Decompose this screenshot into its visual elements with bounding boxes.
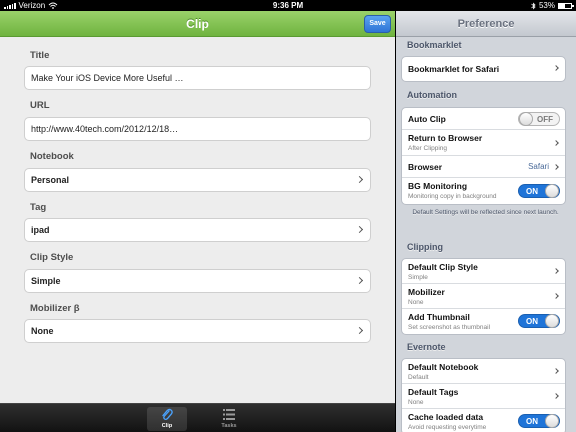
- status-time: 9:36 PM: [272, 1, 304, 10]
- bookmarklet-for-safari-label: Bookmarklet for Safari: [408, 64, 500, 74]
- battery-area: 53%: [531, 1, 574, 10]
- clipping-group: Default Clip Style Simple Mobilizer None…: [401, 258, 566, 335]
- tag-label: Tag: [30, 202, 47, 213]
- cache-loaded-data-row: Cache loaded data Avoid requesting every…: [402, 409, 565, 432]
- add-thumbnail-toggle[interactable]: ON: [518, 314, 560, 328]
- cache-loaded-data-sub: Avoid requesting everytime: [408, 424, 487, 431]
- preference-navbar: Preference: [396, 11, 576, 37]
- tab-tasks-label: Tasks: [221, 423, 237, 429]
- clip-navbar: Clip Save: [0, 11, 395, 37]
- chevron-right-icon: [355, 326, 364, 335]
- default-tags-sub: None: [408, 399, 424, 406]
- mobilizer-row[interactable]: Mobilizer None: [402, 284, 565, 309]
- bg-monitoring-toggle[interactable]: ON: [518, 184, 560, 198]
- tab-tasks[interactable]: Tasks: [209, 407, 249, 431]
- title-label: Title: [30, 50, 50, 61]
- clip-title: Clip: [186, 17, 209, 31]
- add-thumbnail-label: Add Thumbnail: [408, 312, 470, 322]
- auto-clip-row: Auto Clip OFF: [402, 108, 565, 130]
- preference-pane: Preference Bookmarklet Bookmarklet for S…: [396, 11, 576, 432]
- clipping-header: Clipping: [407, 242, 443, 252]
- default-notebook-row[interactable]: Default Notebook Default: [402, 359, 565, 384]
- chevron-right-icon: [355, 276, 364, 285]
- default-notebook-sub: Default: [408, 374, 429, 381]
- chevron-right-icon: [553, 164, 559, 170]
- auto-clip-label: Auto Clip: [408, 114, 446, 124]
- list-icon: [223, 409, 235, 420]
- return-to-browser-label: Return to Browser: [408, 133, 483, 143]
- battery-percent: 53%: [538, 1, 555, 10]
- cache-loaded-data-label: Cache loaded data: [408, 412, 484, 422]
- evernote-group: Default Notebook Default Default Tags No…: [401, 358, 566, 432]
- chevron-right-icon: [553, 393, 559, 399]
- bg-monitoring-row: BG Monitoring Monitoring copy in backgro…: [402, 178, 565, 204]
- url-field[interactable]: http://www.40tech.com/2012/12/18…: [24, 117, 371, 141]
- add-thumbnail-sub: Set screenshot as thumbnail: [408, 324, 491, 331]
- save-button[interactable]: Save: [364, 15, 391, 33]
- default-clip-style-sub: Simple: [408, 274, 428, 281]
- browser-label: Browser: [408, 162, 443, 172]
- clip-style-value: Simple: [31, 276, 61, 286]
- battery-icon: [558, 2, 574, 9]
- default-notebook-label: Default Notebook: [408, 362, 479, 372]
- tab-clip[interactable]: Clip: [147, 407, 187, 431]
- auto-clip-toggle[interactable]: OFF: [518, 112, 560, 126]
- preference-title: Preference: [457, 18, 515, 30]
- tag-field[interactable]: ipad: [24, 218, 371, 242]
- mobilizer-field[interactable]: None: [24, 319, 371, 343]
- automation-group: Auto Clip OFF Return to Browser After Cl…: [401, 107, 566, 205]
- default-tags-label: Default Tags: [408, 387, 459, 397]
- default-tags-row[interactable]: Default Tags None: [402, 384, 565, 409]
- chevron-right-icon: [553, 368, 559, 374]
- browser-row[interactable]: Browser Safari: [402, 156, 565, 178]
- evernote-header: Evernote: [407, 342, 446, 352]
- url-value: http://www.40tech.com/2012/12/18…: [31, 124, 179, 134]
- title-field[interactable]: Make Your iOS Device More Useful …: [24, 66, 371, 90]
- clip-pane: Clip Save Title Make Your iOS Device Mor…: [0, 11, 395, 432]
- bluetooth-icon: [531, 2, 536, 9]
- paperclip-icon: [162, 408, 173, 421]
- tab-clip-label: Clip: [161, 423, 173, 429]
- mobilizer-pref-label: Mobilizer: [408, 287, 445, 297]
- bg-monitoring-sub: Monitoring copy in background: [408, 193, 497, 200]
- tag-value: ipad: [31, 225, 50, 235]
- bookmarklet-header: Bookmarklet: [407, 40, 462, 50]
- clip-style-label: Clip Style: [30, 252, 74, 263]
- cache-loaded-data-toggle[interactable]: ON: [518, 414, 560, 428]
- add-thumbnail-row: Add Thumbnail Set screenshot as thumbnai…: [402, 309, 565, 334]
- mobilizer-value: None: [31, 326, 54, 336]
- bookmarklet-for-safari-row[interactable]: Bookmarklet for Safari: [402, 57, 565, 81]
- url-label: URL: [30, 100, 50, 111]
- chevron-right-icon: [355, 175, 364, 184]
- chevron-right-icon: [553, 65, 559, 71]
- notebook-field[interactable]: Personal: [24, 168, 371, 192]
- notebook-value: Personal: [31, 175, 70, 185]
- default-clip-style-label: Default Clip Style: [408, 262, 478, 272]
- bookmarklet-group: Bookmarklet for Safari: [401, 56, 566, 82]
- mobilizer-label: Mobilizer β: [30, 303, 80, 314]
- bg-monitoring-label: BG Monitoring: [408, 181, 468, 191]
- chevron-right-icon: [355, 225, 364, 234]
- default-clip-style-row[interactable]: Default Clip Style Simple: [402, 259, 565, 284]
- notebook-label: Notebook: [30, 151, 74, 162]
- browser-value: Safari: [528, 162, 549, 171]
- chevron-right-icon: [553, 268, 559, 274]
- automation-note: Default Settings will be reflected since…: [412, 209, 559, 216]
- chevron-right-icon: [553, 140, 559, 146]
- automation-header: Automation: [407, 90, 457, 100]
- status-bar: Verizon 9:36 PM 53%: [0, 0, 576, 11]
- mobilizer-pref-sub: None: [408, 299, 424, 306]
- clip-style-field[interactable]: Simple: [24, 269, 371, 293]
- return-to-browser-sub: After Clipping: [408, 145, 448, 152]
- tab-bar: Clip Tasks: [0, 403, 395, 432]
- chevron-right-icon: [553, 293, 559, 299]
- return-to-browser-row[interactable]: Return to Browser After Clipping: [402, 130, 565, 156]
- title-value: Make Your iOS Device More Useful …: [31, 73, 184, 83]
